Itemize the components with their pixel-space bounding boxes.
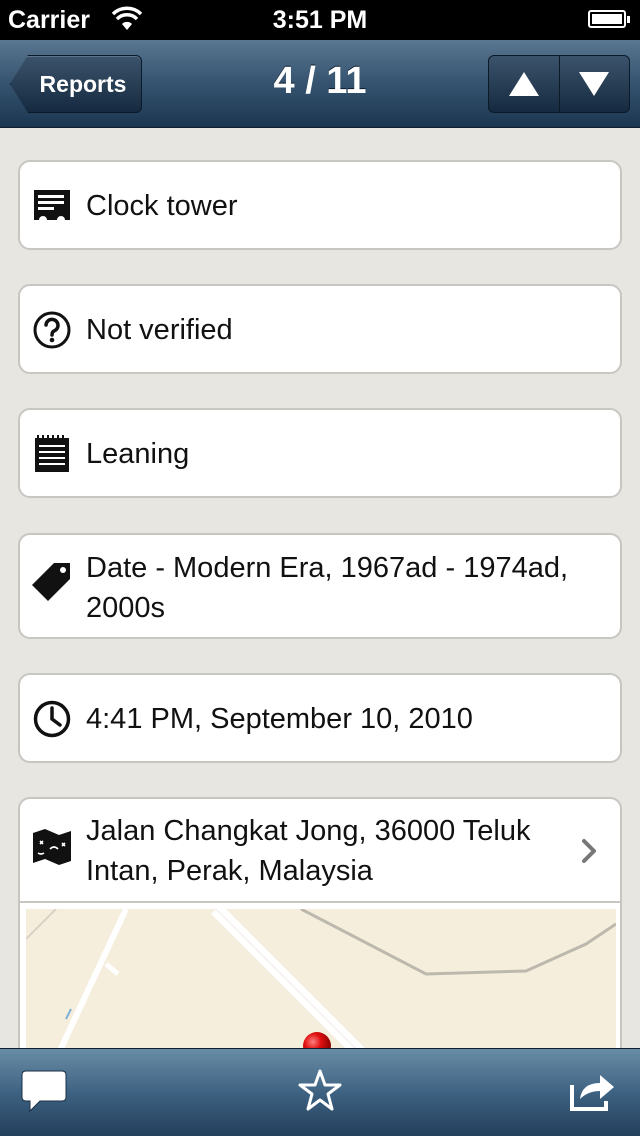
notepad-icon [35, 435, 69, 472]
report-datetime: 4:41 PM, September 10, 2010 [86, 703, 473, 735]
favorite-star-button[interactable] [296, 1067, 344, 1115]
report-category: Date - Modern Era, 1967ad - 1974ad, 2000… [86, 552, 569, 624]
bottom-toolbar [0, 1048, 640, 1136]
share-button[interactable] [568, 1067, 616, 1115]
battery-icon [588, 10, 630, 28]
navigation-bar: Reports 4 / 11 [0, 40, 640, 128]
report-description: Leaning [86, 438, 190, 470]
location-row[interactable]: Jalan Changkat Jong, 36000 Teluk Intan, … [20, 799, 620, 903]
location-map[interactable] [26, 909, 616, 1059]
clock: 3:51 PM [272, 6, 368, 34]
report-title: Clock tower [86, 190, 238, 222]
ticket-icon [34, 190, 70, 220]
report-location: Jalan Changkat Jong, 36000 Teluk Intan, … [86, 815, 531, 887]
verification-status: Not verified [86, 314, 233, 346]
previous-button[interactable] [489, 56, 559, 112]
arrow-down-icon [579, 72, 610, 96]
datetime-card: 4:41 PM, September 10, 2010 [18, 673, 622, 763]
map-icon [33, 829, 71, 865]
arrow-up-icon [508, 72, 539, 96]
comment-button[interactable] [20, 1067, 68, 1115]
prev-next-segmented-control [488, 55, 630, 113]
question-circle-icon [33, 311, 71, 349]
verification-card: Not verified [18, 284, 622, 374]
clock-icon [33, 700, 71, 738]
description-card: Leaning [18, 408, 622, 498]
next-button[interactable] [558, 56, 630, 112]
title-card: Clock tower [18, 160, 622, 250]
status-bar: Carrier 3:51 PM [0, 0, 640, 40]
tag-icon [32, 563, 70, 601]
chevron-right-icon [582, 839, 596, 863]
category-card: Date - Modern Era, 1967ad - 1974ad, 2000… [18, 533, 622, 639]
